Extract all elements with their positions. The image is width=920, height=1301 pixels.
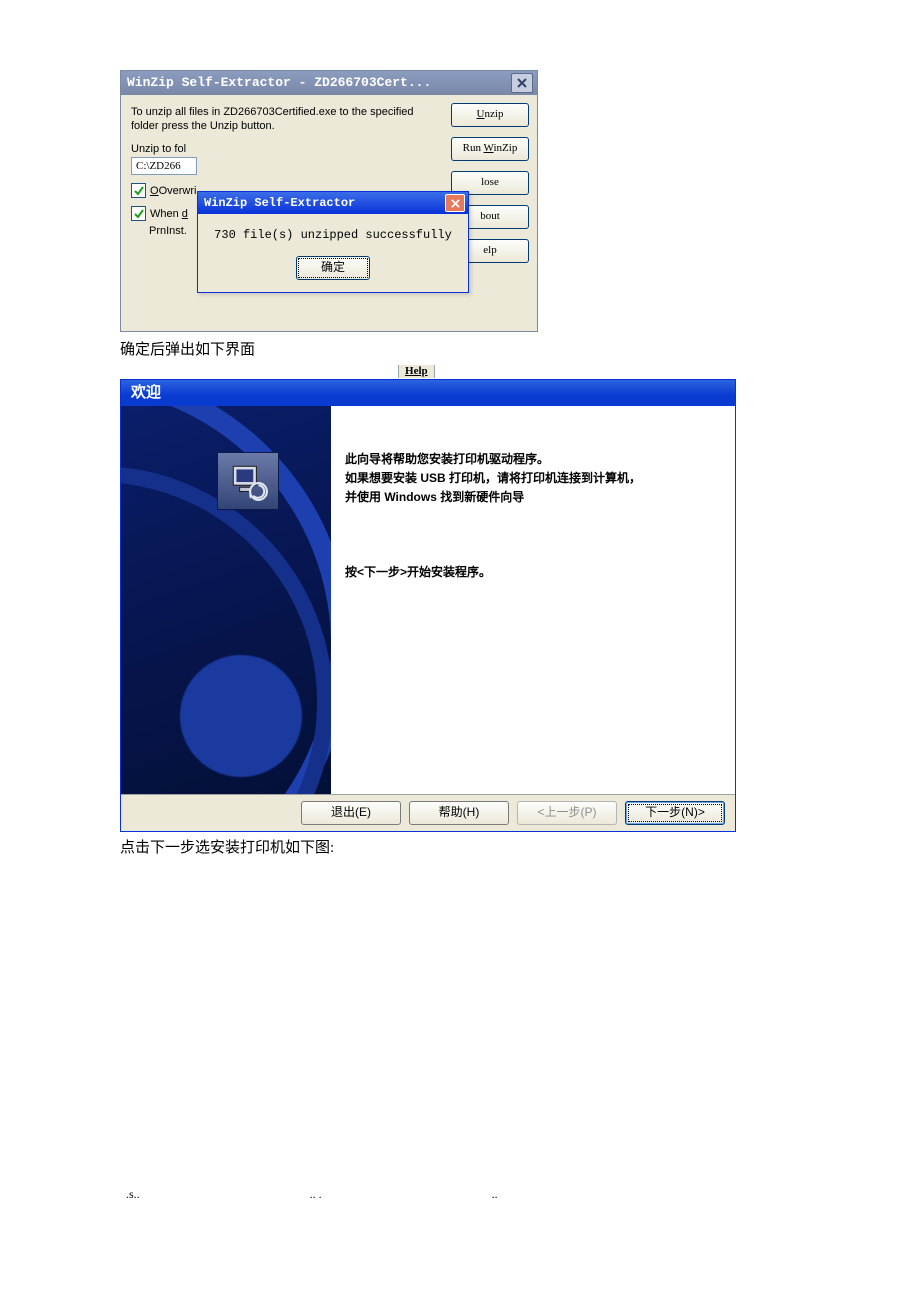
unzip-path-input[interactable]: C:\ZD266 [131, 157, 197, 175]
ok-button[interactable]: 确定 [296, 256, 370, 280]
unzip-to-label: Unzip to fol [131, 143, 186, 155]
footer-c: .. [492, 1187, 498, 1202]
when-done-checkbox[interactable] [131, 206, 146, 221]
unzip-success-msgbox: WinZip Self-Extractor 730 file(s) unzipp… [197, 191, 469, 293]
winzip-titlebar: WinZip Self-Extractor - ZD266703Cert... [121, 71, 537, 95]
wizard-line1: 此向导将帮助您安装打印机驱动程序。 [345, 450, 715, 467]
msgbox-titlebar: WinZip Self-Extractor [198, 192, 468, 214]
overwrite-checkbox[interactable] [131, 183, 146, 198]
help-fragment: Help [398, 365, 435, 378]
when-done-label: When d [150, 208, 188, 220]
close-icon[interactable] [445, 194, 465, 212]
wizard-side-graphic [121, 406, 331, 794]
wizard-line3: 并使用 Windows 找到新硬件向导 [345, 488, 715, 505]
exit-button[interactable]: 退出(E) [301, 801, 401, 825]
caption-after-ok: 确定后弹出如下界面 [120, 338, 800, 359]
overwrite-label: OOverwri [150, 185, 196, 197]
winzip-title: WinZip Self-Extractor - ZD266703Cert... [127, 71, 431, 95]
next-button[interactable]: 下一步(N)> [625, 801, 725, 825]
caption-click-next: 点击下一步选安装打印机如下图: [120, 836, 800, 857]
wizard-title: 欢迎 [121, 380, 735, 406]
msgbox-title: WinZip Self-Extractor [204, 192, 355, 214]
footer-b: .. . [310, 1187, 322, 1202]
msgbox-message: 730 file(s) unzipped successfully [206, 228, 460, 242]
winzip-instruction: To unzip all files in ZD266703Certified.… [131, 105, 421, 133]
wizard-line2: 如果想要安装 USB 打印机，请将打印机连接到计算机， [345, 469, 715, 486]
prev-button: <上一步(P) [517, 801, 617, 825]
run-winzip-button[interactable]: Run WinZip [451, 137, 529, 161]
wizard-main-text: 此向导将帮助您安装打印机驱动程序。 如果想要安装 USB 打印机，请将打印机连接… [331, 406, 735, 794]
wizard-line4: 按<下一步>开始安装程序。 [345, 563, 715, 580]
winzip-self-extractor-dialog: WinZip Self-Extractor - ZD266703Cert... … [120, 70, 538, 332]
unzip-button[interactable]: Unzip [451, 103, 529, 127]
printer-install-wizard: 欢迎 此向导将帮助您安装打印机驱动程序。 如果想要安装 USB [120, 379, 736, 832]
doc-footer: .s.. .. . .. [120, 1187, 800, 1202]
help-button[interactable]: 帮助(H) [409, 801, 509, 825]
wizard-footer: 退出(E) 帮助(H) <上一步(P) 下一步(N)> [121, 794, 735, 831]
close-icon[interactable] [511, 73, 533, 93]
footer-a: .s.. [126, 1187, 140, 1202]
install-icon [217, 452, 279, 510]
